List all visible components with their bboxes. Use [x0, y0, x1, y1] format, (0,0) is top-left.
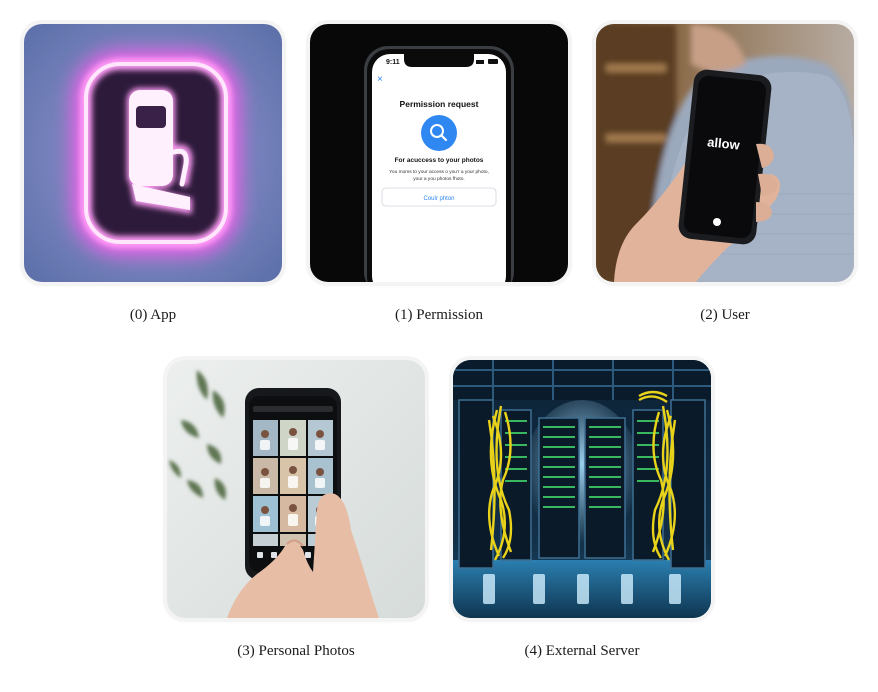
permission-heading: For acuccess to your photos [395, 157, 484, 164]
permission-caption: (1) Permission [395, 307, 483, 323]
permission-image: 9:11 × Permission request For acuccess t… [310, 24, 568, 282]
permission-title: Permission request [400, 99, 479, 109]
phone-photo-gallery [167, 360, 425, 618]
phone-permission-dialog: 9:11 × Permission request For acuccess t… [310, 24, 568, 282]
app-caption: (0) App [129, 307, 177, 323]
status-time: 9:11 [386, 59, 400, 66]
hand-holding-phone: allow [596, 24, 854, 282]
server-room [453, 360, 711, 618]
personal-photos-image [167, 360, 425, 618]
user-image: allow [596, 24, 854, 282]
search-icon [421, 115, 457, 151]
user-caption: (2) User [700, 307, 750, 323]
allow-photos-button-label: Coulr phton [423, 196, 454, 202]
close-icon[interactable]: × [377, 74, 383, 85]
external-server-caption: (4) External Server [524, 643, 640, 659]
personal-photos-caption: (3) Personal Photos [237, 643, 355, 659]
app-image [24, 24, 282, 282]
permission-body-line1: You moms to your access o you'r a your p… [389, 169, 489, 175]
neon-phone-app-icon [24, 24, 282, 282]
external-server-image [453, 360, 711, 618]
permission-body-line2: your a you photos fhoto. [413, 176, 464, 182]
home-button-icon [713, 218, 721, 226]
